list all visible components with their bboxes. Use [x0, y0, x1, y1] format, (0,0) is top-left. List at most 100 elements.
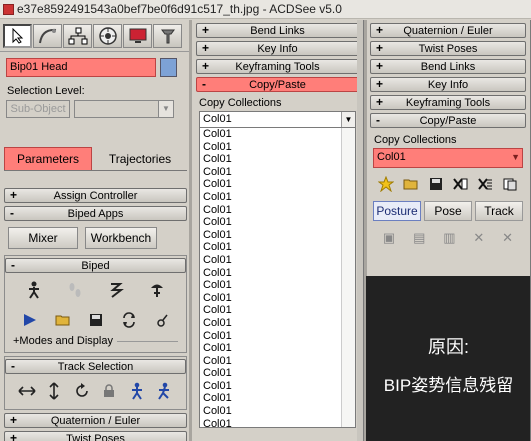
delete-posture-icon[interactable]: ✕ [473, 230, 484, 246]
list-item[interactable]: Col01 [200, 330, 355, 343]
rollout-bend-links[interactable]: + Bend Links [370, 59, 526, 74]
opposite-icon[interactable] [153, 380, 175, 402]
sub-object-button[interactable]: Sub-Object [6, 100, 70, 118]
new-collection-icon[interactable] [376, 174, 396, 194]
list-item[interactable]: Col01 [200, 405, 355, 418]
display-icon[interactable] [123, 24, 152, 48]
delete-all-icon[interactable] [475, 174, 495, 194]
load-file-icon[interactable] [52, 309, 74, 331]
tab-trajectories[interactable]: Trajectories [95, 147, 185, 170]
chevron-down-icon: ▼ [511, 152, 520, 162]
list-item[interactable]: Col01 [200, 178, 355, 191]
object-name-field[interactable]: Bip01 Head [6, 58, 156, 77]
list-item[interactable]: Col01 [200, 153, 355, 166]
curve-icon[interactable] [33, 24, 62, 48]
rotate-icon[interactable] [71, 380, 93, 402]
copy-icon[interactable] [500, 174, 520, 194]
divider [116, 340, 178, 342]
rollout-twist-poses[interactable]: + Twist Poses [370, 41, 526, 56]
convert-icon[interactable] [118, 309, 140, 331]
motion-flow-mode-icon[interactable] [105, 279, 127, 301]
delete-all-postures-icon[interactable]: ✕ [502, 230, 513, 246]
list-item[interactable]: Col01 [200, 128, 355, 141]
tab-pose[interactable]: Pose [424, 201, 472, 221]
rollout-bend-links[interactable]: + Bend Links [196, 23, 359, 38]
list-item[interactable]: Col01 [200, 216, 355, 229]
object-color-swatch[interactable] [160, 58, 177, 77]
rollout-key-info[interactable]: + Key Info [196, 41, 359, 56]
modes-and-display-label: +Modes and Display [13, 335, 113, 347]
modes-and-display-rollout[interactable]: +Modes and Display [5, 335, 186, 349]
save-file-icon[interactable] [85, 309, 107, 331]
tab-track[interactable]: Track [475, 201, 523, 221]
pointer-icon[interactable] [3, 24, 32, 48]
copy-posture-icon[interactable]: ▤ [413, 230, 425, 246]
list-item[interactable]: Col01 [200, 317, 355, 330]
list-item[interactable]: Col01 [200, 191, 355, 204]
motion-icon[interactable] [93, 24, 122, 48]
list-item[interactable]: Col01 [200, 355, 355, 368]
dropdown-value: Col01 [203, 113, 232, 125]
rollout-label: Quaternion / Euler [50, 414, 141, 427]
list-item[interactable]: Col01 [200, 292, 355, 305]
rollout-biped-apps[interactable]: - Biped Apps [4, 206, 187, 221]
vertical-move-icon[interactable] [43, 380, 65, 402]
symmetrical-icon[interactable] [126, 380, 148, 402]
footstep-mode-icon[interactable] [64, 279, 86, 301]
mixer-button[interactable]: Mixer [8, 227, 78, 249]
list-item[interactable]: Col01 [200, 267, 355, 280]
move-all-icon[interactable] [151, 309, 173, 331]
capture-snapshot-icon[interactable]: ▣ [383, 230, 395, 246]
rollout-keyframing-tools[interactable]: + Keyframing Tools [370, 95, 526, 110]
sub-object-dropdown[interactable]: ▼ [74, 100, 174, 118]
rollout-copy-paste[interactable]: - Copy/Paste [196, 77, 359, 92]
command-panel-left: Bip01 Head Selection Level: Sub-Object ▼… [0, 20, 191, 441]
lock-icon[interactable] [98, 380, 120, 402]
rollout-label: Assign Controller [53, 189, 138, 202]
horizontal-move-icon[interactable] [16, 380, 38, 402]
rollout-label: Twist Poses [418, 42, 478, 55]
list-item[interactable]: Col01 [200, 418, 355, 427]
copy-collections-dropdown[interactable]: Col01 ▼ [373, 148, 523, 168]
copy-collections-list[interactable]: Col01 Col01 Col01 Col01 Col01 Col01 Col01 Col01… [199, 128, 356, 428]
copy-collections-label: Copy Collections [199, 97, 282, 109]
middle-panel-scrollbar[interactable] [357, 20, 363, 441]
rollout-keyframing-tools[interactable]: + Keyframing Tools [196, 59, 359, 74]
rollout-twist-poses[interactable]: + Twist Poses [4, 431, 187, 441]
rollout-label: Copy/Paste [419, 114, 477, 127]
hierarchy-icon[interactable] [63, 24, 92, 48]
list-item[interactable]: Col01 [200, 304, 355, 317]
mixer-mode-icon[interactable] [146, 279, 168, 301]
list-item[interactable]: Col01 [200, 141, 355, 154]
tab-parameters[interactable]: Parameters [4, 147, 92, 170]
list-item[interactable]: Col01 [200, 254, 355, 267]
list-item[interactable]: Col01 [200, 380, 355, 393]
load-collection-icon[interactable] [401, 174, 421, 194]
workbench-button[interactable]: Workbench [85, 227, 157, 249]
list-item[interactable]: Col01 [200, 367, 355, 380]
list-item[interactable]: Col01 [200, 392, 355, 405]
rollout-biped[interactable]: - Biped [5, 258, 186, 273]
list-scrollbar[interactable] [341, 128, 355, 427]
list-item[interactable]: Col01 [200, 229, 355, 242]
list-item[interactable]: Col01 [200, 241, 355, 254]
rollout-assign-controller[interactable]: + Assign Controller [4, 188, 187, 203]
rollout-key-info[interactable]: + Key Info [370, 77, 526, 92]
rollout-quaternion-euler[interactable]: + Quaternion / Euler [4, 413, 187, 428]
rollout-track-selection[interactable]: - Track Selection [5, 359, 186, 374]
list-item[interactable]: Col01 [200, 342, 355, 355]
paste-posture-icon[interactable]: ▥ [443, 230, 455, 246]
figure-mode-icon[interactable] [23, 279, 45, 301]
rollout-copy-paste[interactable]: - Copy/Paste [370, 113, 526, 128]
list-item[interactable]: Col01 [200, 166, 355, 179]
list-item[interactable]: Col01 [200, 279, 355, 292]
play-biped-icon[interactable] [19, 309, 41, 331]
rollout-quaternion-euler[interactable]: + Quaternion / Euler [370, 23, 526, 38]
list-item[interactable]: Col01 [200, 204, 355, 217]
tab-posture[interactable]: Posture [373, 201, 421, 221]
delete-collection-icon[interactable] [450, 174, 470, 194]
copy-collections-dropdown[interactable]: Col01 ▼ [199, 111, 356, 128]
save-collection-icon[interactable] [426, 174, 446, 194]
biped-group: - Biped +Modes and Display [4, 255, 187, 353]
utilities-icon[interactable] [153, 24, 182, 48]
